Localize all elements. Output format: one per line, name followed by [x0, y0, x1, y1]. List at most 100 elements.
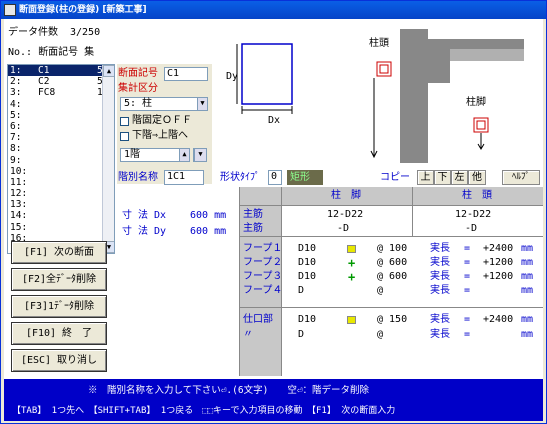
- dy-dim-value[interactable]: 600 mm: [190, 226, 226, 238]
- status-line-2: 【TAB】 1つ先へ 【SHIFT+TAB】 1つ戻る ⬚⬚キーで入力項目の移動…: [12, 406, 396, 416]
- list-item[interactable]: 2: C2 5: [8, 76, 103, 87]
- hoop-eq: =: [464, 257, 471, 268]
- floor-name-input[interactable]: 1C1: [164, 170, 204, 185]
- list-item[interactable]: 10:: [8, 166, 103, 177]
- client-area: データ件数 3/250 No.: 断面記号 集 1: C1 5 2: C2 5 3: FC8 1…: [4, 19, 543, 421]
- help-button[interactable]: ﾍﾙﾌﾟ: [502, 170, 540, 185]
- dx-label: Dx: [268, 115, 281, 126]
- hoop-length[interactable]: +1200: [483, 257, 513, 269]
- plus-icon[interactable]: +: [348, 271, 355, 283]
- chevron-down-icon[interactable]: ▼: [197, 98, 207, 110]
- scroll-up-icon[interactable]: ▲: [103, 65, 114, 77]
- list-item[interactable]: 7:: [8, 132, 103, 143]
- shape-name: 矩形: [287, 170, 323, 185]
- list-item-name: C2: [38, 76, 50, 88]
- hoop-pitch[interactable]: @ 100: [377, 243, 407, 255]
- fixed-checkbox[interactable]: [120, 117, 129, 126]
- end-button[interactable]: [F10] 終 了: [11, 322, 107, 345]
- list-item-number: 13:: [10, 199, 28, 211]
- hoop-label: フープ４: [243, 285, 283, 296]
- hoop-pitch[interactable]: @: [377, 329, 383, 341]
- square-icon[interactable]: [347, 316, 356, 324]
- delete-all-button[interactable]: [F2]全ﾃﾞｰﾀ削除: [11, 268, 107, 291]
- shape-type-input[interactable]: 0: [268, 170, 282, 185]
- spin-icon[interactable]: ▲: [179, 149, 189, 161]
- plus-icon[interactable]: +: [348, 257, 355, 269]
- floor-name-label: 階別名称: [118, 172, 158, 183]
- list-item[interactable]: 15:: [8, 222, 103, 233]
- hoop-pitch[interactable]: @ 600: [377, 257, 407, 269]
- dx-dim-label: 寸 法 Dx: [122, 210, 167, 221]
- category-label: 集計区分: [118, 83, 158, 94]
- table-left-border: [239, 187, 240, 376]
- cancel-button[interactable]: [ESC] 取り消し: [11, 349, 107, 372]
- hoop-bar[interactable]: D: [298, 329, 304, 341]
- hoop-bar[interactable]: D10: [298, 257, 316, 269]
- list-item[interactable]: 13:: [8, 199, 103, 210]
- list-item-number: 15:: [10, 221, 28, 233]
- list-item[interactable]: 6:: [8, 121, 103, 132]
- main2-foot[interactable]: -D: [337, 223, 349, 235]
- hoop-eq: =: [464, 329, 471, 340]
- hoop-eq: =: [464, 314, 471, 325]
- table-line-hoop: [239, 307, 543, 308]
- floor-label: 下階⇒上階へ: [132, 130, 189, 141]
- delete-one-button[interactable]: [F3]1ﾃﾞｰﾀ削除: [11, 295, 107, 318]
- count-label: データ件数: [8, 27, 58, 38]
- hoop-length[interactable]: +2400: [483, 314, 513, 326]
- list-item-number: 8:: [10, 143, 22, 155]
- dy-label: Dy: [226, 71, 239, 82]
- dx-dim-value[interactable]: 600 mm: [190, 210, 226, 222]
- copy-left-button[interactable]: 左: [451, 170, 468, 185]
- list-item-number: 7:: [10, 132, 22, 144]
- copy-other-button[interactable]: 他: [468, 170, 486, 185]
- chevron-down-icon[interactable]: ▼: [194, 149, 206, 161]
- hoop-bar[interactable]: D10: [298, 314, 316, 326]
- copy-up-button[interactable]: 上: [417, 170, 434, 185]
- list-item[interactable]: 9:: [8, 155, 103, 166]
- hoop-unit: mm: [521, 329, 534, 340]
- list-item[interactable]: 11:: [8, 177, 103, 188]
- copy-down-button[interactable]: 下: [434, 170, 451, 185]
- head-label: 柱頭: [369, 38, 389, 49]
- main1-foot[interactable]: 12-D22: [327, 209, 363, 221]
- floor-select[interactable]: 1階 ▲: [120, 148, 190, 162]
- category-value: 5: 柱: [124, 98, 153, 109]
- title-bar[interactable]: 断面登録(柱の登録) [新築工事]: [1, 1, 546, 19]
- hoop-label: 〃: [243, 329, 253, 340]
- list-item[interactable]: 1: C1 5: [8, 65, 103, 77]
- hoop-pitch[interactable]: @ 600: [377, 271, 407, 283]
- section-list[interactable]: 1: C1 5 2: C2 5 3: FC8 1 4: 5: 6: 7: 8: 9: 10: 11: 12: 13:…: [7, 64, 115, 254]
- window-title: 断面登録(柱の登録) [新築工事]: [19, 5, 147, 15]
- hoop-eq: =: [464, 271, 471, 282]
- hoop-bar[interactable]: D: [298, 285, 304, 297]
- hoop-length[interactable]: +1200: [483, 271, 513, 283]
- hoop-length[interactable]: +2400: [483, 243, 513, 255]
- hoop-bar[interactable]: D10: [298, 243, 316, 255]
- square-icon[interactable]: [347, 245, 356, 253]
- hoop-bar[interactable]: D10: [298, 271, 316, 283]
- form-panel: 断面記号 C1 集計区分 5: 柱 ▼ 階固定ＯＦＦ 下階⇒上階へ 1階 ▲ ▼: [117, 64, 212, 184]
- floor-checkbox[interactable]: [120, 132, 129, 141]
- section-input[interactable]: C1: [164, 67, 208, 81]
- list-item[interactable]: 8:: [8, 143, 103, 154]
- next-section-button[interactable]: [F1] 次の断面: [11, 241, 107, 264]
- list-item[interactable]: 3: FC8 1: [8, 87, 103, 98]
- main1-head[interactable]: 12-D22: [455, 209, 491, 221]
- list-item[interactable]: 4:: [8, 99, 103, 110]
- list-item[interactable]: 5:: [8, 110, 103, 121]
- floor-dropdown[interactable]: ▼: [193, 148, 207, 162]
- list-scrollbar[interactable]: ▲ ▼: [102, 65, 114, 253]
- list-item[interactable]: 12:: [8, 188, 103, 199]
- hoop-pitch[interactable]: @: [377, 285, 383, 297]
- shape-type-label: 形状ﾀｲﾌﾟ: [220, 172, 260, 183]
- hoop-pitch[interactable]: @ 150: [377, 314, 407, 326]
- category-select[interactable]: 5: 柱 ▼: [120, 97, 208, 111]
- list-item-number: 10:: [10, 165, 28, 177]
- list-item[interactable]: 14:: [8, 210, 103, 221]
- copy-label: コピー: [380, 172, 410, 183]
- list-header: No.: 断面記号 集: [8, 47, 95, 58]
- foot-marker: [473, 117, 489, 133]
- section-rect: [241, 43, 293, 105]
- main2-head[interactable]: -D: [465, 223, 477, 235]
